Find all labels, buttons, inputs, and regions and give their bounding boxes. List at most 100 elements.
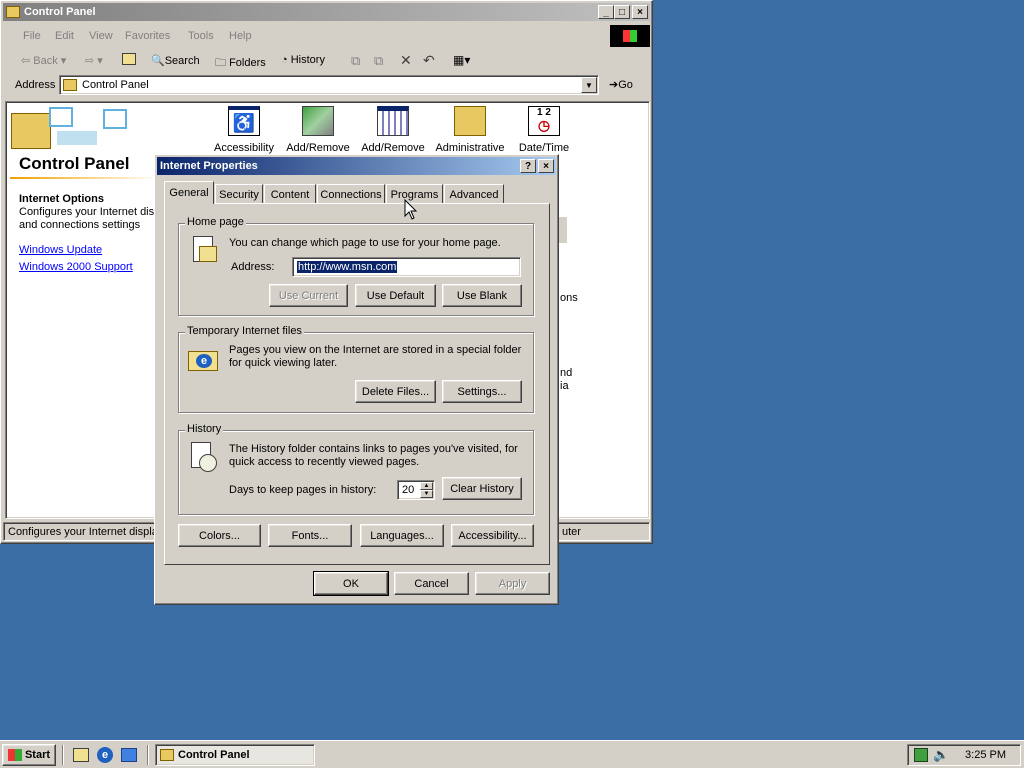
mouse-cursor-icon — [404, 199, 418, 220]
home-page-address-label: Address: — [231, 261, 275, 273]
menu-file[interactable]: File — [23, 30, 41, 42]
settings-button[interactable]: Settings... — [442, 380, 522, 403]
tab-security[interactable]: Security — [215, 184, 263, 204]
tab-content[interactable]: Content — [264, 184, 316, 204]
undo-icon[interactable]: ↶ — [423, 52, 435, 69]
folders-icon: 🗀 — [215, 57, 226, 69]
address-dropdown-button[interactable]: ▼ — [581, 77, 597, 93]
clear-history-button[interactable]: Clear History — [442, 477, 522, 500]
address-input[interactable]: Control Panel — [82, 79, 149, 91]
up-folder-icon[interactable] — [122, 53, 136, 65]
cancel-button[interactable]: Cancel — [394, 572, 469, 595]
heading-underline — [10, 177, 160, 179]
taskbar-task-label: Control Panel — [178, 749, 250, 761]
menu-edit[interactable]: Edit — [55, 30, 74, 42]
window-title: Control Panel — [24, 6, 96, 18]
spinner-up-button[interactable]: ▲ — [420, 482, 433, 490]
control-panel-banner-icon — [9, 105, 129, 151]
toolbar: ⇦ Back ▾ ⇨ ▾ 🔍Search 🗀 Folders ◔ History… — [5, 49, 605, 73]
cp-item-add-remove-programs[interactable]: Add/Remove — [360, 106, 426, 156]
outlook-express-icon[interactable] — [121, 748, 137, 762]
history-group-label: History — [185, 423, 224, 435]
cp-item-label: Add/Remove — [361, 142, 425, 154]
internet-explorer-icon[interactable]: e — [97, 747, 113, 763]
accessibility-button[interactable]: Accessibility... — [451, 524, 534, 547]
show-desktop-icon[interactable] — [73, 748, 89, 762]
apply-button[interactable]: Apply — [475, 572, 550, 595]
cp-item-add-remove-hardware[interactable]: Add/Remove — [285, 106, 351, 156]
page-title: Control Panel — [19, 154, 130, 173]
status-text: Configures your Internet displa — [8, 526, 158, 538]
cp-item-date-time[interactable]: 1 2 ◷ Date/Time — [511, 106, 577, 156]
home-page-icon — [189, 236, 219, 268]
help-button[interactable]: ? — [520, 159, 536, 173]
maximize-button[interactable]: □ — [614, 5, 630, 19]
menu-favorites[interactable]: Favorites — [125, 30, 170, 42]
start-button[interactable]: Start — [2, 744, 56, 766]
delete-icon[interactable]: ✕ — [400, 52, 412, 69]
history-days-spinner[interactable]: 20 ▲ ▼ — [397, 480, 435, 500]
dialog-titlebar[interactable]: Internet Properties ? × — [157, 157, 556, 175]
tab-advanced[interactable]: Advanced — [444, 184, 504, 204]
fonts-button[interactable]: Fonts... — [268, 524, 352, 547]
menu-help[interactable]: Help — [229, 30, 252, 42]
home-page-address-input[interactable]: http://www.msn.com — [292, 257, 521, 277]
cp-item-label: Administrative — [435, 142, 505, 154]
windows-flag-icon — [7, 749, 22, 761]
address-label: Address — [15, 79, 56, 91]
info-title: Internet Options — [19, 193, 104, 205]
ok-button[interactable]: OK — [313, 571, 389, 596]
date-time-icon: 1 2 ◷ — [528, 106, 560, 136]
add-remove-programs-icon — [377, 106, 409, 136]
languages-button[interactable]: Languages... — [360, 524, 444, 547]
copy-to-icon[interactable]: ⧉ — [374, 53, 383, 69]
windows-2000-support-link[interactable]: Windows 2000 Support — [19, 261, 133, 273]
dialog-close-button[interactable]: × — [538, 159, 554, 173]
search-icon: 🔍 — [151, 55, 165, 67]
taskbar-separator — [62, 745, 64, 765]
cp-item-administrative-tools[interactable]: Administrative — [434, 106, 506, 156]
close-button[interactable]: × — [632, 5, 648, 19]
minimize-button[interactable]: _ — [598, 5, 614, 19]
tab-general[interactable]: General — [164, 181, 214, 204]
add-remove-hardware-icon — [302, 106, 334, 136]
status-right-text: uter — [562, 526, 581, 538]
clock[interactable]: 3:25 PM — [965, 749, 1006, 761]
cp-item-accessibility[interactable]: ♿ Accessibility — [211, 106, 277, 156]
use-default-button[interactable]: Use Default — [355, 284, 436, 307]
search-button[interactable]: 🔍Search — [151, 54, 200, 67]
menu-view[interactable]: View — [89, 30, 113, 42]
volume-icon[interactable]: 🔈 — [933, 747, 949, 763]
spinner-down-button[interactable]: ▼ — [420, 490, 433, 498]
cp-item-label: Accessibility — [214, 142, 274, 154]
folders-button[interactable]: 🗀 Folders — [215, 54, 266, 73]
history-days-value[interactable]: 20 — [402, 484, 414, 496]
partial-text-ons: ons — [560, 292, 578, 304]
colors-button[interactable]: Colors... — [178, 524, 261, 547]
go-arrow-icon: ➔ — [609, 79, 619, 91]
go-button[interactable]: ➔Go — [609, 78, 633, 91]
use-current-button[interactable]: Use Current — [269, 284, 348, 307]
control-panel-titlebar[interactable]: Control Panel _ □ × — [3, 3, 650, 21]
partial-text-nd: nd — [560, 367, 573, 379]
administrative-tools-icon — [454, 106, 486, 136]
taskbar-separator-2 — [147, 745, 149, 765]
tab-connections[interactable]: Connections — [317, 184, 385, 204]
menu-tools[interactable]: Tools — [188, 30, 214, 42]
delete-files-button[interactable]: Delete Files... — [355, 380, 436, 403]
address-combo[interactable]: Control Panel ▼ — [59, 75, 599, 95]
network-icon[interactable] — [914, 748, 928, 762]
views-icon[interactable]: ▦▾ — [453, 53, 470, 67]
back-button[interactable]: ⇦ Back ▾ — [21, 54, 66, 67]
windows-update-link[interactable]: Windows Update — [19, 244, 102, 256]
use-blank-button[interactable]: Use Blank — [442, 284, 522, 307]
control-panel-small-icon — [63, 79, 77, 91]
history-button[interactable]: ◔ History — [281, 54, 325, 66]
forward-button[interactable]: ⇨ ▾ — [85, 54, 103, 67]
move-to-icon[interactable]: ⧉ — [351, 53, 360, 69]
history-icon — [189, 442, 219, 474]
taskbar-task-control-panel[interactable]: Control Panel — [155, 744, 315, 766]
control-panel-title-icon — [6, 6, 20, 18]
windows-logo — [610, 25, 650, 47]
cp-item-label: Date/Time — [518, 142, 570, 154]
